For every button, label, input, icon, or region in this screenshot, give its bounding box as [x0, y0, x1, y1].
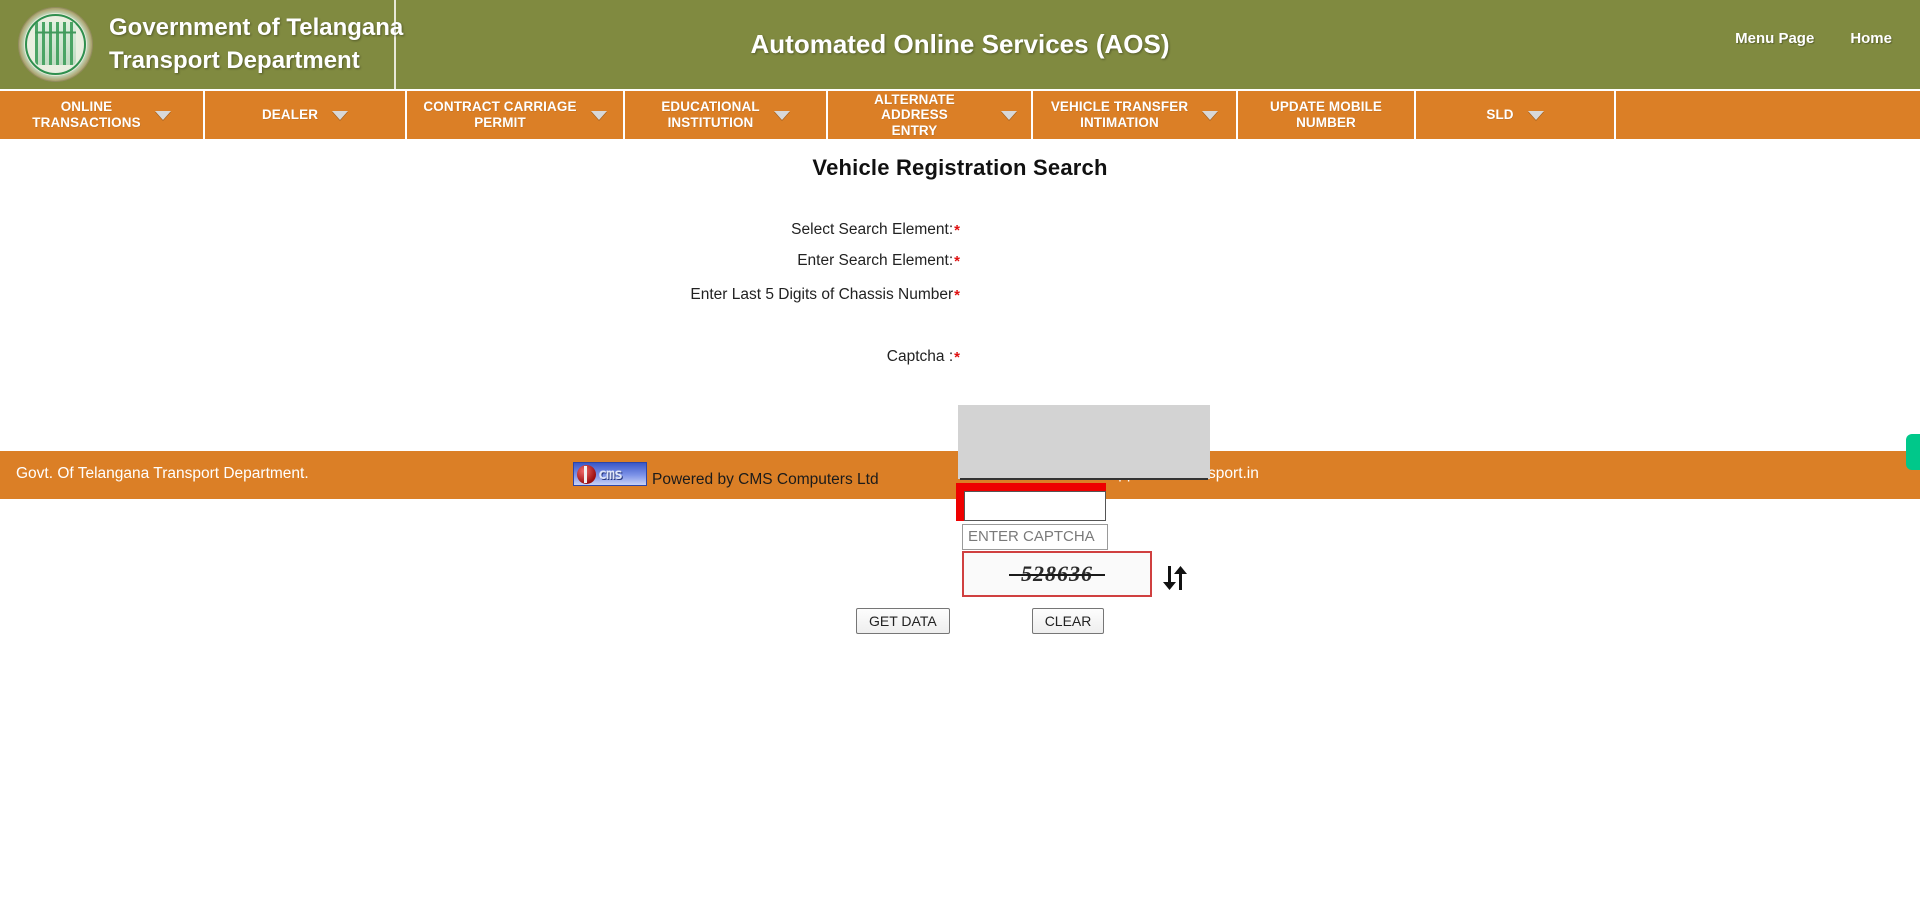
nav-line-2: PERMIT [474, 115, 526, 130]
footer-powered-by: Powered by CMS Computers Ltd [652, 471, 879, 488]
required-asterisk: * [954, 348, 960, 366]
nav-label: ONLINE TRANSACTIONS [32, 99, 140, 130]
nav-line-2: ENTRY [891, 122, 938, 138]
form-buttons: GET DATA CLEAR [856, 608, 1105, 634]
select-search-element-dropdown-panel[interactable] [958, 405, 1210, 479]
brand-line-2: Transport Department [109, 46, 360, 74]
required-asterisk: * [954, 221, 960, 239]
nav-line-1: ALTERNATE ADDRESS [874, 91, 955, 123]
nav-label: VEHICLE TRANSFER INTIMATION [1051, 99, 1188, 130]
main-content: Vehicle Registration Search Select Searc… [0, 139, 1920, 634]
nav-item-vehicle-transfer-intimation[interactable]: VEHICLE TRANSFER INTIMATION [1033, 91, 1238, 139]
cms-logo-text: cms [598, 465, 623, 483]
chevron-down-icon[interactable] [1527, 110, 1544, 120]
nav-label: ALTERNATE ADDRESS ENTRY [842, 92, 987, 139]
chassis-number-label: Enter Last 5 Digits of Chassis Number [690, 286, 954, 303]
chevron-down-icon[interactable] [773, 110, 790, 120]
menu-page-link[interactable]: Menu Page [1735, 30, 1814, 47]
enter-search-element-label: Enter Search Element: [797, 252, 954, 269]
nav-line-2: TRANSACTIONS [32, 115, 141, 130]
footer-department-text: Govt. Of Telangana Transport Department. [16, 465, 309, 482]
nav-item-update-mobile-number[interactable]: UPDATE MOBILE NUMBER [1238, 91, 1416, 139]
row-enter-search-element: Enter Search Element: * [620, 252, 960, 270]
required-asterisk: * [954, 286, 960, 304]
nav-item-sld[interactable]: SLD [1416, 91, 1616, 139]
chevron-down-icon[interactable] [1001, 110, 1017, 120]
chevron-down-icon[interactable] [1202, 110, 1219, 120]
nav-line-2: NUMBER [1296, 115, 1356, 130]
chevron-down-icon[interactable] [332, 110, 349, 120]
nav-item-contract-carriage-permit[interactable]: CONTRACT CARRIAGE PERMIT [407, 91, 625, 139]
required-asterisk: * [954, 252, 960, 270]
nav-label: CONTRACT CARRIAGE PERMIT [423, 99, 576, 130]
nav-line-1: EDUCATIONAL [661, 99, 760, 115]
select-search-element-label: Select Search Element: [791, 221, 954, 238]
row-chassis-number: Enter Last 5 Digits of Chassis Number * [620, 286, 960, 304]
brand-block: Government of Telangana Transport Depart… [0, 0, 403, 89]
nav-item-educational-institution[interactable]: EDUCATIONAL INSTITUTION [625, 91, 828, 139]
cms-logo-mark [577, 464, 596, 484]
nav-item-online-transactions[interactable]: ONLINE TRANSACTIONS [0, 91, 205, 139]
nav-item-alternate-address-entry[interactable]: ALTERNATE ADDRESS ENTRY [828, 91, 1033, 139]
row-select-search-element: Select Search Element: * [620, 221, 960, 239]
brand-text: Government of Telangana Transport Depart… [109, 12, 403, 77]
clear-button[interactable]: CLEAR [1031, 608, 1105, 634]
nav-label: EDUCATIONAL INSTITUTION [661, 99, 759, 130]
chevron-down-icon[interactable] [590, 110, 607, 120]
get-data-button[interactable]: GET DATA [856, 608, 950, 634]
chassis-number-highlight [956, 483, 1106, 521]
header-links: Menu Page Home [1735, 30, 1892, 47]
chassis-number-input[interactable] [964, 491, 1106, 521]
captcha-input[interactable]: ENTER CAPTCHA [962, 524, 1108, 550]
chevron-down-icon[interactable] [154, 110, 171, 120]
site-header: Government of Telangana Transport Depart… [0, 0, 1920, 89]
nav-filler [1616, 91, 1920, 139]
refresh-arrows-icon[interactable] [1158, 561, 1192, 595]
page-blank-area [0, 499, 1920, 902]
nav-line-1: VEHICLE TRANSFER [1050, 99, 1189, 115]
scroll-position-marker[interactable] [1906, 434, 1920, 470]
emblem-ring [18, 7, 93, 82]
enter-search-element-input-underline [960, 478, 1208, 480]
nav-line-1: ONLINE [60, 99, 113, 115]
footer-cms-block: cms Powered by CMS Computers Ltd [573, 459, 879, 489]
captcha-text: 528636 [1009, 561, 1105, 586]
telangana-government-emblem-icon [18, 7, 93, 82]
nav-line-2: INSTITUTION [667, 115, 754, 130]
cms-logo-icon: cms [573, 462, 647, 486]
captcha-label: Captcha : [886, 348, 954, 365]
nav-line-2: INTIMATION [1080, 115, 1159, 130]
main-navigation: ONLINE TRANSACTIONS DEALER CONTRACT CARR… [0, 89, 1920, 139]
nav-label: DEALER [261, 107, 319, 123]
nav-item-dealer[interactable]: DEALER [205, 91, 407, 139]
nav-label: UPDATE MOBILE NUMBER [1270, 99, 1382, 130]
home-link[interactable]: Home [1850, 30, 1892, 47]
row-captcha: Captcha : * [620, 348, 960, 366]
captcha-image: 528636 [962, 551, 1152, 597]
nav-line-1: CONTRACT CARRIAGE [423, 99, 577, 115]
nav-line-1: UPDATE MOBILE [1269, 99, 1383, 115]
brand-line-1: Government of Telangana [109, 14, 404, 42]
page-title: Vehicle Registration Search [812, 155, 1108, 180]
nav-label: SLD [1486, 107, 1514, 123]
